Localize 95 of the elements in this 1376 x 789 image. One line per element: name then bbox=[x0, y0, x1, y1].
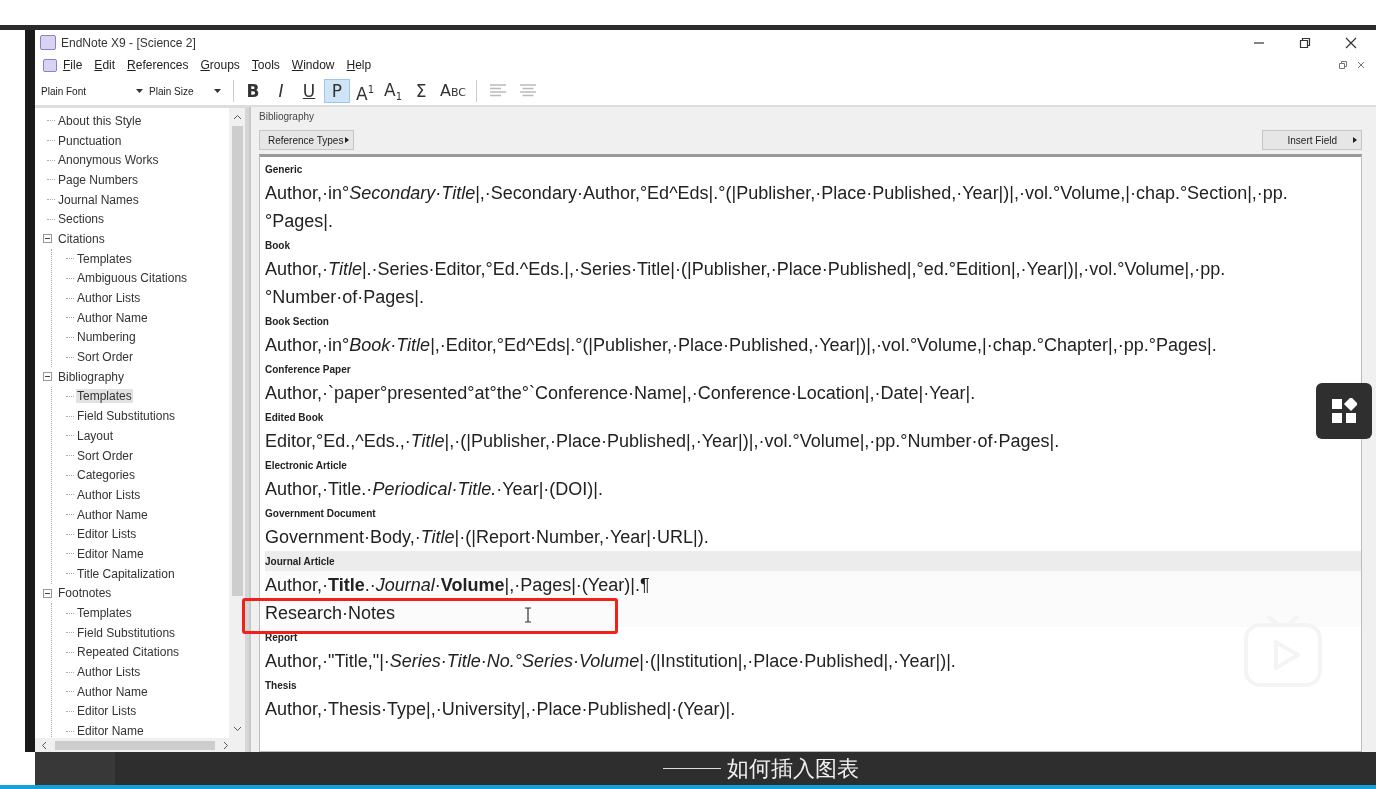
tree-item[interactable]: Sort Order bbox=[76, 448, 134, 463]
scrollbar[interactable] bbox=[229, 108, 245, 738]
grid-icon bbox=[1331, 398, 1357, 424]
tree-item[interactable]: Footnotes bbox=[57, 586, 113, 601]
tree-item[interactable]: Anonymous Works bbox=[57, 153, 160, 168]
template-line[interactable]: Research·Notes bbox=[265, 599, 406, 627]
menu-item[interactable]: References bbox=[127, 58, 189, 72]
reference-type-heading: Book bbox=[265, 239, 290, 253]
tree-item[interactable]: Citations bbox=[57, 231, 106, 246]
menu-item[interactable]: Groups bbox=[200, 58, 240, 72]
tree-item[interactable]: Numbering bbox=[76, 330, 137, 345]
reference-type-heading: Conference Paper bbox=[265, 363, 351, 377]
tree-item[interactable]: Templates bbox=[76, 389, 133, 404]
tree-item[interactable]: Page Numbers bbox=[57, 172, 140, 187]
template-editor[interactable] bbox=[259, 154, 1362, 752]
window-title: EndNote X9 - [Science 2] bbox=[61, 35, 196, 50]
tree-item[interactable]: Field Substitutions bbox=[76, 625, 177, 640]
close-icon[interactable] bbox=[1344, 35, 1358, 50]
tree-item[interactable]: Categories bbox=[76, 468, 137, 483]
app-logo-icon bbox=[40, 35, 56, 50]
tree-item[interactable]: Author Lists bbox=[76, 487, 142, 502]
template-line[interactable]: Author,·in°Book·Title|,·Editor,°Ed^Eds|.°(|Publisher,·Place·Published,·Year|)|,·vol.°Volume,|·chap.°Chapter|,·pp.°Pages|. bbox=[265, 331, 1227, 359]
scroll-up-icon[interactable] bbox=[232, 114, 242, 120]
caret-icon bbox=[136, 89, 143, 93]
scroll-down-icon[interactable] bbox=[232, 726, 242, 732]
tree-item[interactable]: Editor Lists bbox=[76, 527, 138, 542]
tree-item[interactable]: Sections bbox=[57, 212, 106, 227]
reference-type-heading: Journal Article bbox=[265, 551, 1361, 571]
scroll-left-icon[interactable] bbox=[41, 740, 47, 750]
template-line[interactable]: Editor,°Ed.,^Eds.,·Title|,·(|Publisher,·Place·Published|,·Year|)|,·vol.°Volume|,·pp.°Number·of·Pages|. bbox=[265, 427, 1070, 455]
scroll-right-icon[interactable] bbox=[223, 740, 229, 750]
panel-title: Bibliography bbox=[259, 111, 316, 122]
text-cursor-icon bbox=[524, 607, 532, 623]
caret-icon bbox=[214, 89, 221, 93]
template-line[interactable]: Author,·Title.·Periodical·Title.·Year|·(DOI)|. bbox=[265, 475, 613, 503]
collapse-icon[interactable] bbox=[43, 234, 52, 244]
tree-item[interactable]: Author Name bbox=[76, 507, 149, 522]
format-button[interactable]: A$^{1}$ bbox=[352, 79, 378, 103]
tree-item[interactable]: Editor Name bbox=[76, 724, 145, 738]
reference-types-button[interactable]: Reference Types bbox=[259, 130, 355, 150]
menu-item[interactable]: Help bbox=[346, 58, 372, 72]
tree-item[interactable]: Title Capitalization bbox=[76, 566, 176, 581]
tree-item[interactable]: Layout bbox=[76, 428, 115, 443]
reference-type-heading: Electronic Article bbox=[265, 459, 347, 473]
template-line[interactable]: Government·Body,·Title|·(|Report·Number,·Year|·URL|). bbox=[265, 523, 719, 551]
collapse-icon[interactable] bbox=[43, 372, 52, 382]
insert-field-button[interactable]: Insert Field bbox=[1262, 130, 1362, 150]
tree-item[interactable]: Author Lists bbox=[76, 291, 142, 306]
format-button[interactable]: B bbox=[240, 79, 266, 103]
tree-item[interactable]: Editor Name bbox=[76, 546, 145, 561]
tree-item[interactable]: Editor Lists bbox=[76, 704, 138, 719]
font-dropdown[interactable]: Plain Font bbox=[41, 81, 149, 101]
format-button[interactable]: Σ bbox=[408, 79, 435, 103]
tree-item[interactable]: About this Style bbox=[57, 113, 143, 128]
reference-type-heading: Government Document bbox=[265, 507, 376, 521]
tree-item[interactable]: Punctuation bbox=[57, 133, 123, 148]
template-line[interactable]: Author,·Title.·Journal·Volume|,·Pages|·(Year)|.¶ bbox=[265, 571, 660, 599]
reference-type-heading: Book Section bbox=[265, 315, 329, 329]
collapse-icon[interactable] bbox=[43, 588, 52, 598]
tree-item[interactable]: Field Substitutions bbox=[76, 409, 177, 424]
format-button[interactable]: A$_{1}$ bbox=[380, 79, 407, 103]
tree-item[interactable]: Sort Order bbox=[76, 350, 134, 365]
format-button[interactable]: P bbox=[324, 79, 350, 103]
scrollbar[interactable] bbox=[35, 738, 245, 752]
document-icon bbox=[43, 58, 57, 72]
tree-item[interactable]: Templates bbox=[76, 606, 133, 621]
menu-item[interactable]: File bbox=[63, 58, 83, 72]
grid-button[interactable] bbox=[1316, 383, 1372, 439]
caret-icon bbox=[345, 137, 350, 143]
menu-item[interactable]: Tools bbox=[251, 58, 280, 72]
template-line[interactable]: Author,·"Title,"|·Series·Title·No.°Series·Volume|·(|Institution|,·Place·Published|,·Year|)|. bbox=[265, 647, 966, 675]
format-button[interactable]: I bbox=[268, 79, 294, 103]
tree-item[interactable]: Author Name bbox=[76, 684, 149, 699]
template-line[interactable]: Author,·Thesis·Type|,·University|,·Place·Published|·(Year)|. bbox=[265, 695, 746, 723]
template-line[interactable]: Author,·`paper°presented°at°the°`Conference·Name|,·Conference·Location|,·Date|·Year|. bbox=[265, 379, 986, 407]
template-line[interactable]: Author,·in°Secondary·Title|,·Secondary·Author,°Ed^Eds|.°(|Publisher,·Place·Published,·Year|)|,·vol.°Volume,|·chap.°Section|,·pp.°Pages|. bbox=[265, 179, 1361, 235]
subtitle: 如何插入图表 bbox=[727, 754, 859, 783]
menu-item[interactable]: Edit bbox=[94, 58, 116, 72]
format-button[interactable]: U bbox=[296, 79, 322, 103]
size-dropdown[interactable]: Plain Size bbox=[149, 81, 227, 101]
caret-icon bbox=[1353, 137, 1357, 143]
tree-item[interactable]: Ambiguous Citations bbox=[76, 271, 189, 286]
reference-type-heading: Edited Book bbox=[265, 411, 324, 425]
tree-item[interactable]: Repeated Citations bbox=[76, 645, 181, 660]
tree-item[interactable]: Journal Names bbox=[57, 192, 140, 207]
tree-item[interactable]: Bibliography bbox=[57, 369, 126, 384]
menu-item[interactable]: Window bbox=[291, 58, 335, 72]
tree-item[interactable]: Author Lists bbox=[76, 665, 142, 680]
template-line[interactable]: Author,·Title|.·Series·Editor,°Ed.^Eds.|,·Series·Title|·(|Publisher,·Place·Published|,°ed.°Edition|,·Year|)|,·vol.°Volume|,·pp.°Number·of·Pages|. bbox=[265, 255, 1361, 311]
reference-type-heading: Thesis bbox=[265, 679, 297, 693]
restore-icon[interactable] bbox=[1298, 35, 1312, 50]
format-button[interactable]: Abc bbox=[436, 79, 470, 103]
tree-item[interactable]: Templates bbox=[76, 251, 133, 266]
tree-item[interactable]: Author Name bbox=[76, 310, 149, 325]
reference-type-heading: Generic bbox=[265, 163, 303, 177]
